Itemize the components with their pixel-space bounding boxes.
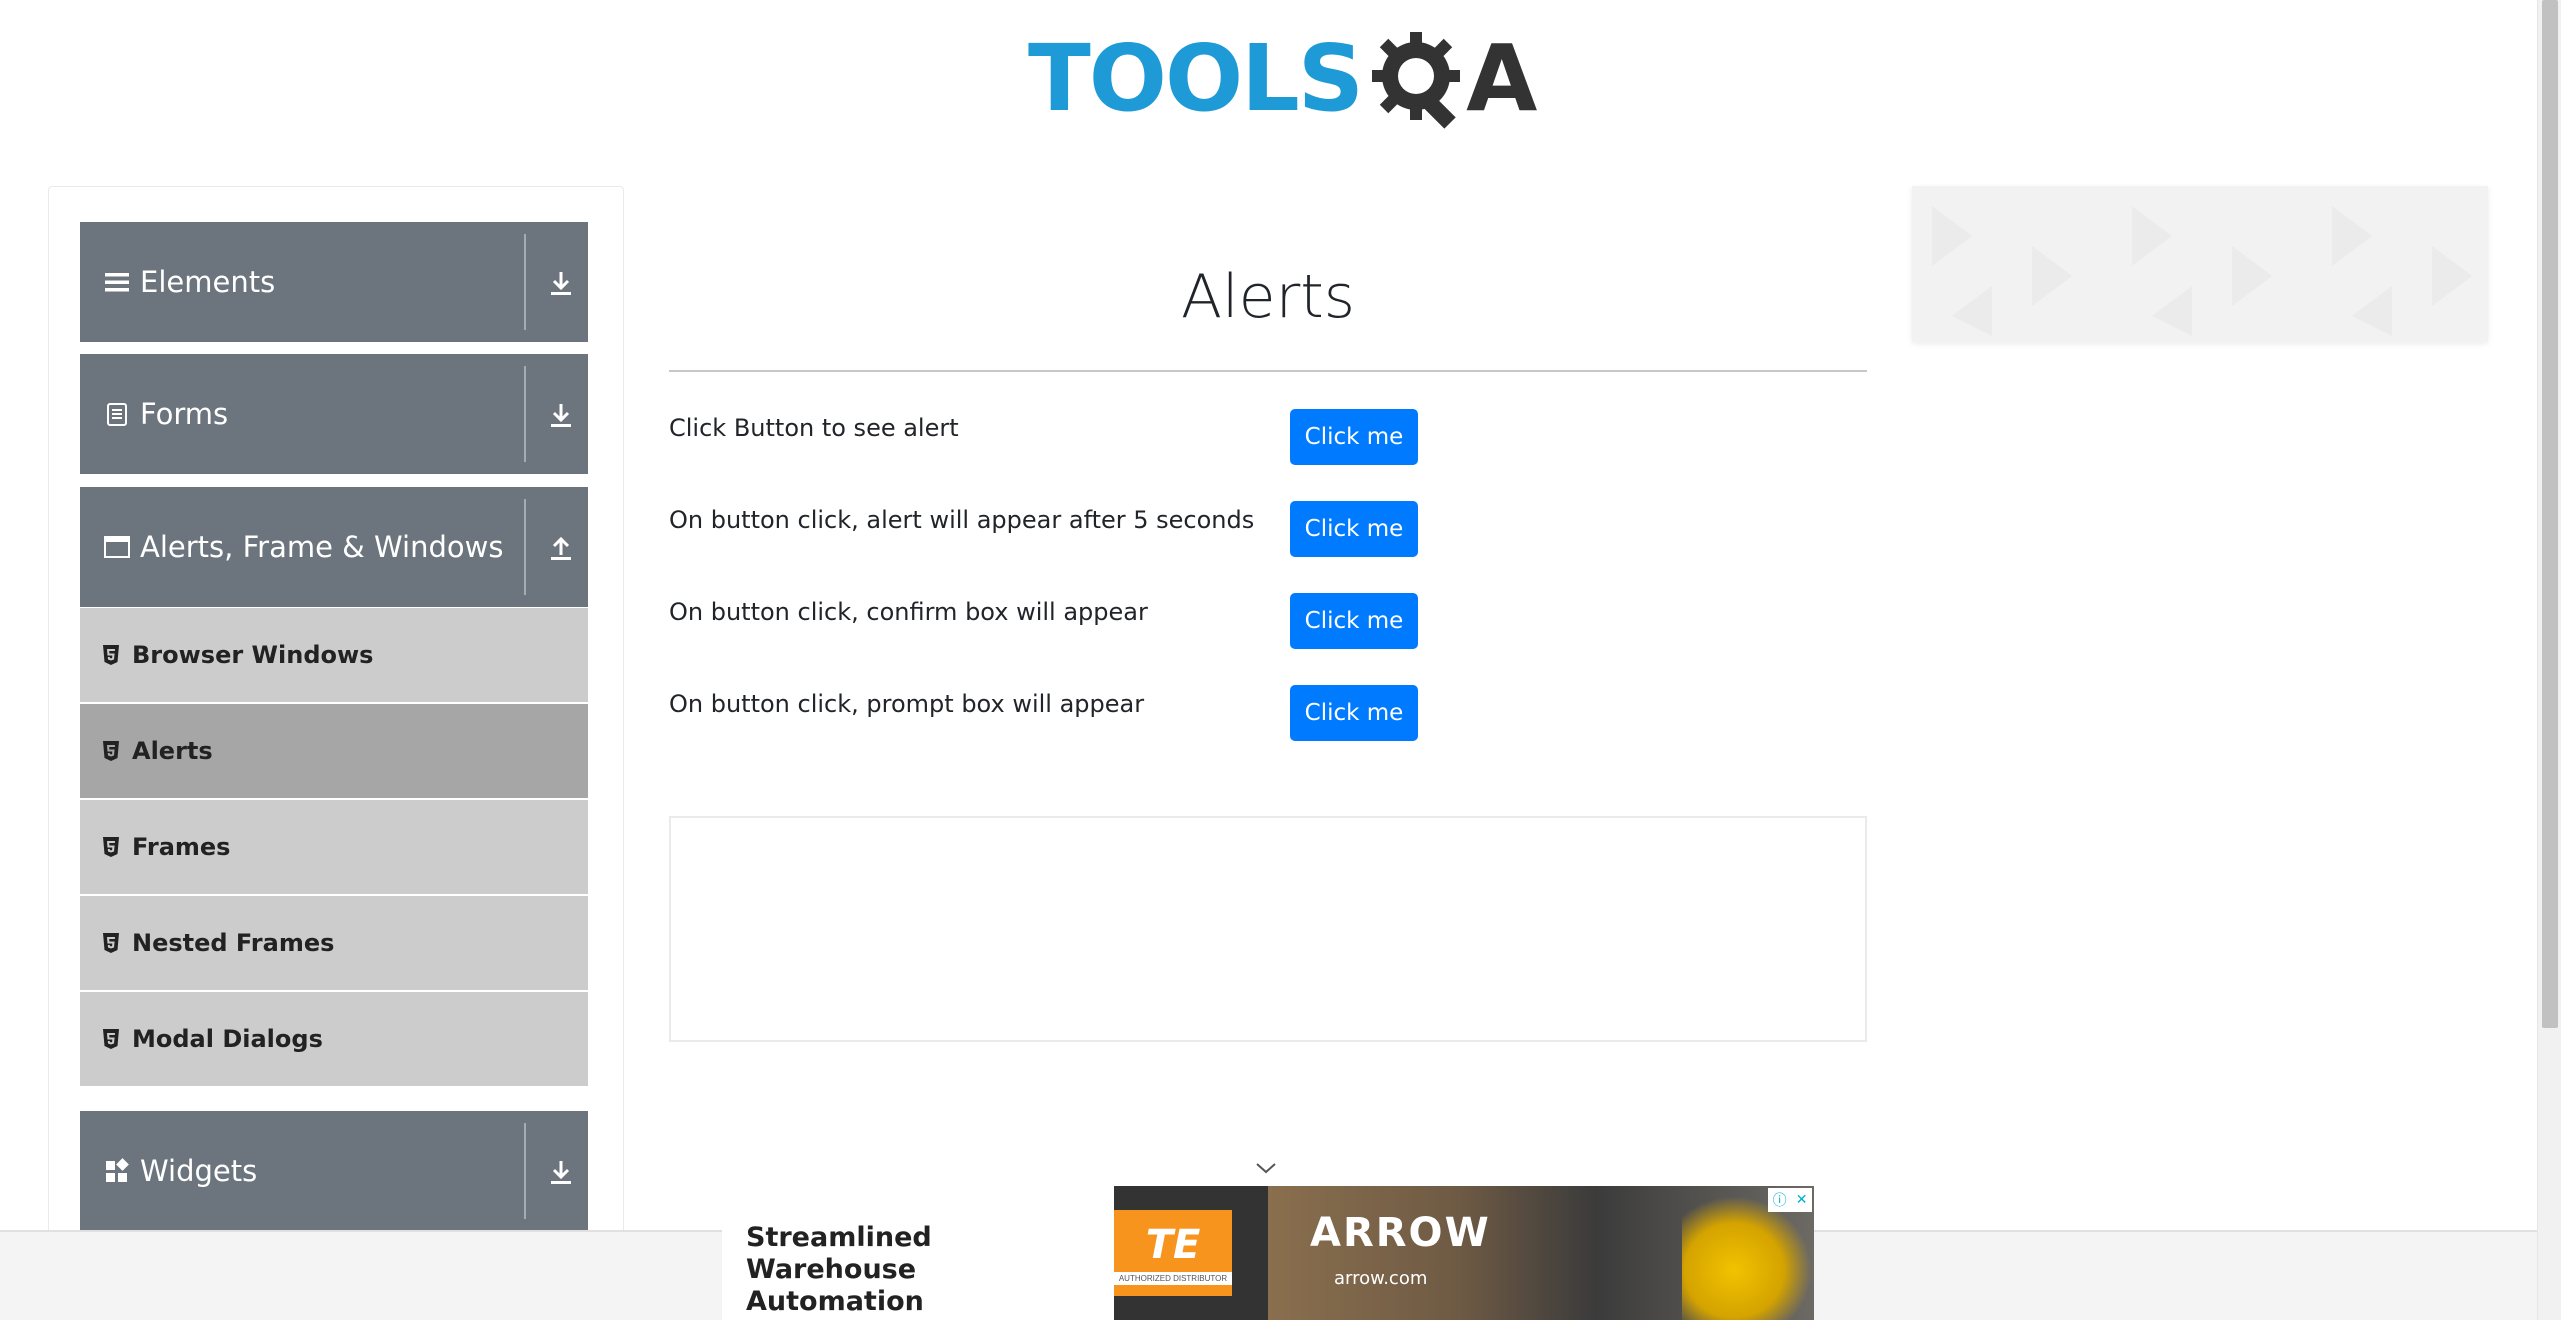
group-header-elements[interactable]: Elements [80,222,588,342]
group-header-widgets[interactable]: Widgets [80,1111,588,1231]
group-header-alerts-frame-windows[interactable]: Alerts, Frame & Windows [80,487,588,607]
html5-icon [102,836,120,858]
alert-button[interactable]: Click me [1290,409,1418,465]
banner-text-panel: Streamlined Warehouse Automation [722,1186,1114,1320]
confirm-row-label: On button click, confirm box will appear [669,598,1148,626]
alert-row-label: Click Button to see alert [669,414,959,442]
vertical-scrollbar[interactable] [2537,0,2561,1320]
banner-headline-line1: Streamlined Warehouse [746,1222,932,1285]
right-ad-placeholder[interactable] [1912,186,2488,342]
menu-item-label: Browser Windows [132,641,374,669]
divider [524,366,526,462]
prompt-button[interactable]: Click me [1290,685,1418,741]
menu-item-label: Modal Dialogs [132,1025,323,1053]
group-label: Elements [140,265,276,299]
menu-item-frames[interactable]: Frames [80,800,588,894]
html5-icon [102,644,120,666]
menu-item-label: Nested Frames [132,929,335,957]
html5-icon [102,1028,120,1050]
divider [524,1123,526,1219]
timer-alert-row-label: On button click, alert will appear after… [669,506,1255,534]
html5-icon [102,932,120,954]
menu-item-modal-dialogs[interactable]: Modal Dialogs [80,992,588,1086]
page-title: Alerts [1180,262,1356,332]
divider [524,234,526,330]
te-logo-subtext: AUTHORIZED DISTRIBUTOR [1114,1271,1232,1285]
html5-icon [102,740,120,762]
te-logo-text: TE [1145,1221,1201,1268]
divider [524,499,526,595]
prompt-row-label: On button click, prompt box will appear [669,690,1145,718]
toolsqa-logo[interactable]: TOOLS A [1028,24,1537,134]
group-label: Forms [140,397,229,431]
window-icon [104,534,130,560]
scrollbar-thumb[interactable] [2542,0,2558,1028]
menu-item-alerts[interactable]: Alerts [80,704,588,798]
title-divider [669,370,1867,372]
hamburger-icon [104,269,130,295]
timer-alert-button[interactable]: Click me [1290,501,1418,557]
gear-icon [1364,24,1474,134]
chevron-down-icon[interactable] [1254,1160,1278,1176]
menu-item-label: Alerts [132,737,213,765]
menu-item-label: Frames [132,833,231,861]
form-icon [104,401,130,427]
close-icon[interactable]: ✕ [1796,1192,1808,1208]
menu-item-nested-frames[interactable]: Nested Frames [80,896,588,990]
arrow-logo: ARROW [1310,1210,1491,1256]
ad-choices[interactable]: ⓘ ✕ [1768,1188,1812,1212]
group-header-forms[interactable]: Forms [80,354,588,474]
logo-text: TOOLS [1028,25,1364,132]
logo-letter-a: A [1466,25,1538,132]
upload-arrow-icon[interactable] [546,533,576,563]
banner-headline-line2: Automation [746,1286,924,1317]
bottom-banner-ad[interactable]: Streamlined Warehouse Automation TE AUTH… [722,1186,1814,1320]
menu-item-browser-windows[interactable]: Browser Windows [80,608,588,702]
confirm-button[interactable]: Click me [1290,593,1418,649]
group-label: Alerts, Frame & Windows [140,530,504,564]
ad-placeholder-box [669,816,1867,1042]
te-logo: TE AUTHORIZED DISTRIBUTOR [1114,1210,1232,1296]
group-label: Widgets [140,1154,258,1188]
robot-arm-image [1682,1196,1812,1320]
arrow-url: arrow.com [1334,1268,1428,1289]
download-arrow-icon[interactable] [546,400,576,430]
info-icon[interactable]: ⓘ [1773,1190,1787,1210]
download-arrow-icon[interactable] [546,268,576,298]
download-arrow-icon[interactable] [546,1157,576,1187]
widgets-icon [104,1158,130,1184]
